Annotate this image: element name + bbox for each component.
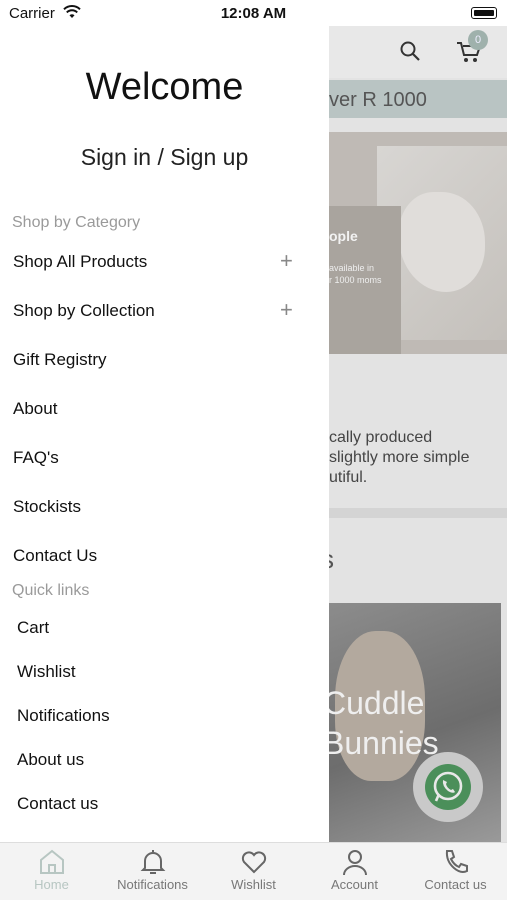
tab-notifications[interactable]: Notifications [102, 843, 203, 901]
bg-body-text: cally produced slightly more simple utif… [329, 428, 469, 488]
quick-link-about-us[interactable]: About us [17, 750, 84, 770]
tab-label: Wishlist [231, 877, 276, 892]
menu-item-shop-all-products[interactable]: Shop All Products [13, 252, 147, 272]
expand-plus-icon[interactable]: + [280, 248, 293, 274]
bg-body-line: utiful. [329, 469, 368, 486]
bg-overlay-title: ople [329, 228, 358, 244]
bg-product-title: Cuddle Bunnies [329, 683, 439, 763]
tab-home[interactable]: Home [1, 843, 102, 901]
background-app: 0 ver R 1000 ople available in r 1000 mo… [329, 26, 507, 842]
bg-header: 0 [329, 26, 507, 78]
clock: 12:08 AM [220, 5, 287, 22]
bg-body-line: cally produced [329, 429, 433, 446]
bg-overlay-subtitle: available in r 1000 moms [329, 262, 382, 286]
home-icon [39, 849, 64, 874]
bg-divider [329, 508, 507, 518]
quick-link-notifications[interactable]: Notifications [17, 706, 110, 726]
bg-body-line: slightly more simple [329, 449, 470, 466]
whatsapp-button[interactable] [413, 752, 483, 822]
tab-wishlist[interactable]: Wishlist [203, 843, 304, 901]
category-section-label: Shop by Category [12, 214, 141, 231]
tab-label: Home [34, 877, 69, 892]
tab-account[interactable]: Account [304, 843, 405, 901]
side-drawer: Welcome Sign in / Sign up Shop by Catego… [0, 26, 329, 842]
person-icon [342, 850, 367, 876]
bg-hero-image: ople available in r 1000 moms [329, 132, 507, 354]
heart-icon [241, 851, 266, 874]
quick-link-wishlist[interactable]: Wishlist [17, 662, 76, 682]
menu-item-stockists[interactable]: Stockists [13, 497, 81, 517]
battery-icon [471, 7, 497, 19]
menu-item-shop-by-collection[interactable]: Shop by Collection [13, 301, 155, 321]
menu-item-faqs[interactable]: FAQ's [13, 448, 59, 468]
quick-link-contact-us[interactable]: Contact us [17, 794, 98, 814]
sign-in-link[interactable]: Sign in / Sign up [0, 144, 329, 171]
tab-label: Contact us [424, 877, 487, 892]
tab-contact-us[interactable]: Contact us [405, 843, 506, 901]
bg-overlay-sub-1: available in [329, 263, 375, 273]
menu-item-gift-registry[interactable]: Gift Registry [13, 350, 107, 370]
phone-icon [445, 850, 468, 873]
search-icon [400, 41, 420, 61]
quick-link-cart[interactable]: Cart [17, 618, 49, 638]
bg-promo-banner: ver R 1000 [329, 80, 507, 118]
cart-badge: 0 [468, 30, 488, 50]
status-bar: Carrier 12:08 AM [0, 0, 507, 26]
expand-plus-icon[interactable]: + [280, 297, 293, 323]
quick-links-label: Quick links [12, 582, 90, 599]
tab-label: Account [331, 877, 378, 892]
bg-product-line: Bunnies [329, 725, 439, 761]
welcome-title: Welcome [85, 66, 244, 108]
bg-overlay-sub-2: r 1000 moms [329, 275, 382, 285]
bottom-tab-bar: Home Notifications Wishlist Account Cont… [0, 842, 507, 900]
bell-icon [140, 850, 165, 874]
bg-section-heading: s [329, 544, 334, 575]
bg-product-line: Cuddle [329, 685, 425, 721]
tab-label: Notifications [117, 877, 188, 892]
whatsapp-glyph [433, 771, 463, 802]
menu-item-contact-us[interactable]: Contact Us [13, 546, 97, 566]
whatsapp-icon [425, 764, 471, 810]
menu-item-about[interactable]: About [13, 399, 57, 419]
